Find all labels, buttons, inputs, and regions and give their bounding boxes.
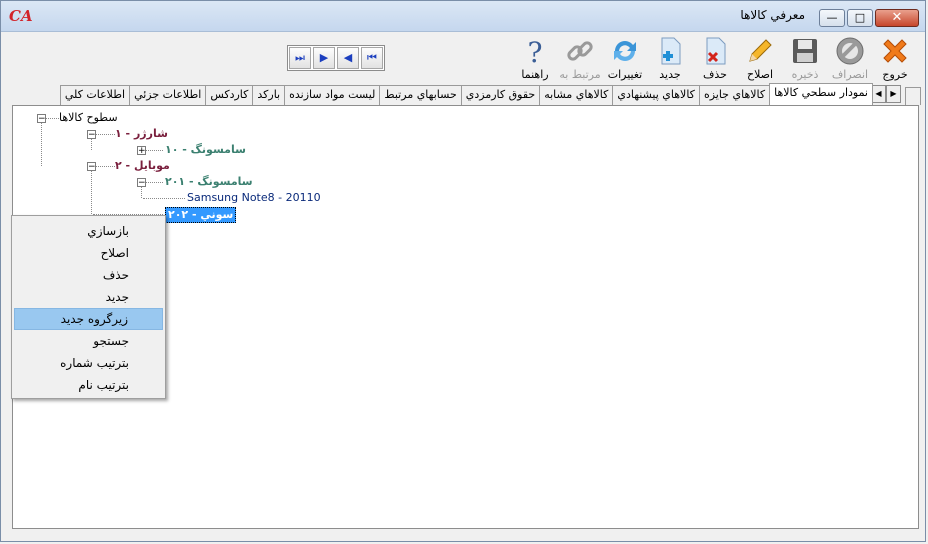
new-button[interactable]: جديد	[648, 34, 692, 81]
svg-text:?: ?	[527, 36, 542, 67]
close-icon: ✕	[891, 10, 903, 25]
node-toggle[interactable]: −	[87, 130, 96, 140]
changes-label: تغييرات	[607, 68, 643, 81]
edit-label: اصلاح	[746, 68, 774, 81]
close-button[interactable]: ✕	[875, 9, 919, 27]
delete-button[interactable]: حذف	[693, 34, 737, 81]
refresh-arrows-icon	[614, 41, 636, 61]
question-help-icon: ?	[527, 36, 542, 67]
tree-node[interactable]: موبايل - ۲	[115, 159, 170, 173]
delete-label: حذف	[703, 68, 727, 81]
cancel-no-icon	[836, 37, 864, 65]
title-bar: CA معرفي کالاها — □ ✕	[1, 1, 925, 32]
tab-barcode[interactable]: بارکد	[252, 85, 286, 105]
tab-detail-info[interactable]: اطلاعات جزئي	[129, 85, 207, 105]
menu-item-search[interactable]: جستجو	[14, 330, 163, 352]
save-label: ذخيره	[791, 68, 819, 81]
tab-general-info[interactable]: اطلاعات کلي	[59, 85, 131, 105]
help-button[interactable]: ? راهنما	[513, 34, 557, 81]
menu-item-sort-by-name[interactable]: بترتيب نام	[14, 374, 163, 396]
tree-node[interactable]: سامسونگ - ۱۰	[165, 143, 246, 157]
last-record-button[interactable]: ⏮	[361, 47, 383, 69]
tree-node[interactable]: شارژر - ۱	[115, 127, 168, 141]
minimize-icon: —	[826, 11, 838, 24]
tab-bill-of-materials[interactable]: ليست مواد سازنده	[284, 85, 381, 105]
context-menu: بازسازي اصلاح حذف جديد زيرگروه جديد جستج…	[11, 215, 166, 399]
previous-record-button[interactable]: ◀	[337, 47, 359, 69]
document-new-icon	[661, 37, 681, 65]
first-record-button[interactable]: ⏭	[289, 47, 311, 69]
next-record-button[interactable]: ▶	[313, 47, 335, 69]
related-to-button[interactable]: مرتبط به	[558, 34, 602, 81]
first-record-icon: ⏭	[295, 51, 305, 64]
maximize-button[interactable]: □	[847, 9, 873, 27]
exit-x-icon	[883, 39, 907, 63]
menu-item-new-subgroup[interactable]: زيرگروه جديد	[14, 308, 163, 330]
node-toggle[interactable]: −	[137, 178, 146, 188]
app-logo: CA	[9, 7, 33, 25]
tab-reward-goods[interactable]: کالاهاي جايزه	[698, 85, 771, 105]
tab-bar: ◀ ▶ نمودار سطحي کالاها کالاهاي جايزه کال…	[9, 83, 921, 105]
tab-commission[interactable]: حقوق کارمزدي	[460, 85, 541, 105]
minimize-button[interactable]: —	[819, 9, 845, 27]
next-record-icon: ▶	[319, 51, 329, 64]
root-collapse-toggle[interactable]: −	[37, 114, 46, 124]
tab-related-accounts[interactable]: حسابهاي مرتبط	[379, 85, 462, 105]
chevron-right-icon: ▶	[890, 89, 897, 98]
menu-item-new[interactable]: جديد	[14, 286, 163, 308]
save-button[interactable]: ذخيره	[783, 34, 827, 81]
tree-leaf[interactable]: Samsung Note8 - 20110	[187, 191, 321, 205]
menu-item-delete[interactable]: حذف	[14, 264, 163, 286]
window-title: معرفي کالاها	[740, 8, 805, 22]
menu-item-rebuild[interactable]: بازسازي	[14, 220, 163, 242]
record-navigator: ⏭ ▶ ◀ ⏮	[287, 45, 385, 71]
tree-node[interactable]: سامسونگ - ۲۰۱	[165, 175, 253, 189]
help-label: راهنما	[521, 68, 549, 81]
tab-partial[interactable]	[905, 87, 921, 105]
toolbar: ⏭ ▶ ◀ ⏮ خروج انصراف ذخيره اصلاح حذف جديد…	[1, 32, 925, 84]
menu-item-edit[interactable]: اصلاح	[14, 242, 163, 264]
previous-record-icon: ◀	[343, 51, 353, 64]
cancel-button[interactable]: انصراف	[828, 34, 872, 81]
edit-button[interactable]: اصلاح	[738, 34, 782, 81]
node-toggle[interactable]: −	[87, 162, 96, 172]
tab-scroll: ◀ ▶	[871, 85, 901, 103]
maximize-icon: □	[854, 11, 866, 24]
new-label: جديد	[659, 68, 681, 81]
pencil-edit-icon	[749, 39, 772, 62]
tab-scroll-left-button[interactable]: ◀	[871, 85, 886, 103]
document-delete-icon	[706, 37, 726, 65]
tab-scroll-right-button[interactable]: ▶	[886, 85, 901, 103]
tab-tree-chart[interactable]: نمودار سطحي کالاها	[769, 83, 873, 105]
chevron-left-icon: ◀	[875, 89, 882, 98]
tree-root[interactable]: سطوح کالاها	[59, 111, 118, 125]
related-to-label: مرتبط به	[559, 68, 601, 81]
main-window: CA معرفي کالاها — □ ✕ ⏭ ▶ ◀ ⏮ خروج انصرا…	[0, 0, 926, 542]
tab-suggested-goods[interactable]: کالاهاي پيشنهادي	[612, 85, 700, 105]
menu-item-sort-by-number[interactable]: بترتيب شماره	[14, 352, 163, 374]
tab-similar-goods[interactable]: کالاهاي مشابه	[539, 85, 614, 105]
node-toggle[interactable]: +	[137, 146, 146, 156]
floppy-save-icon	[793, 39, 817, 63]
exit-label: خروج	[882, 68, 908, 81]
changes-button[interactable]: تغييرات	[603, 34, 647, 81]
cancel-label: انصراف	[831, 68, 869, 81]
chain-link-icon	[567, 41, 593, 61]
last-record-icon: ⏮	[367, 51, 377, 64]
tab-cardex[interactable]: کاردکس	[205, 85, 254, 105]
exit-button[interactable]: خروج	[873, 34, 917, 81]
tree-node-selected[interactable]: سوني - ۲۰۲	[165, 207, 237, 223]
